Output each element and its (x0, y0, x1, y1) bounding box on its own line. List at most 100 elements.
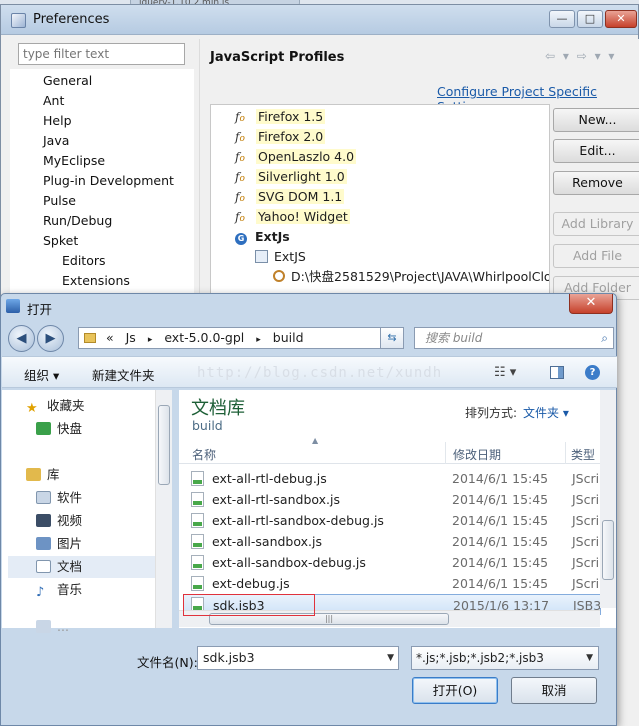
back-arrow-icon: ◀ (16, 331, 27, 346)
view-options-icon[interactable]: ☷ ▾ (494, 365, 516, 380)
library-icon (26, 468, 41, 481)
address-bar[interactable]: « Js ▸ ext-5.0.0-gpl ▸ build (78, 327, 403, 349)
filename-label: 文件名(N): (137, 655, 198, 670)
preview-pane-icon[interactable] (550, 366, 564, 379)
nav-software[interactable]: 软件 (36, 487, 82, 509)
help-icon[interactable]: ? (585, 365, 600, 380)
new-button[interactable]: New... (553, 108, 639, 132)
profile-item[interactable]: fo Silverlight 1.0 (235, 167, 347, 187)
navigation-scrollbar[interactable] (155, 390, 172, 628)
file-icon (191, 555, 204, 570)
preferences-nav-tree: General Ant Help Java MyEclipse Plug-in … (10, 69, 194, 299)
watermark: http://blog.csdn.net/xundh (197, 365, 443, 381)
nav-video[interactable]: 视频 (36, 510, 82, 532)
profile-item[interactable]: fo Firefox 1.5 (235, 107, 326, 127)
breadcrumb-separator-icon[interactable]: ▸ (148, 330, 153, 348)
file-row[interactable]: ext-all-rtl-sandbox.js 2014/6/1 15:45 JScr… (183, 489, 601, 510)
file-icon (191, 534, 204, 549)
organize-menu[interactable]: 组织 ▾ (24, 365, 59, 384)
address-bar-row: ◀ ▶ « Js ▸ ext-5.0.0-gpl ▸ build ⇆ 搜索 bu… (6, 323, 614, 355)
nav-favorites[interactable]: ★ 收藏夹 (26, 395, 85, 417)
profile-item[interactable]: fo Firefox 2.0 (235, 127, 326, 147)
software-icon (36, 491, 51, 504)
nav-pictures[interactable]: 图片 (36, 533, 82, 555)
library-subtitle: build (192, 418, 223, 433)
cancel-button[interactable]: 取消 (511, 677, 597, 704)
maximize-button[interactable]: □ (577, 10, 603, 28)
nav-libraries[interactable]: 库 (26, 464, 60, 486)
filename-input[interactable]: sdk.jsb3 ▼ (197, 646, 399, 670)
open-file-dialog: 打开 ✕ ◀ ▶ « Js ▸ ext-5.0.0-gpl ▸ build ⇆ … (0, 293, 617, 726)
file-icon (191, 492, 204, 507)
file-row[interactable]: ext-all-rtl-debug.js 2014/6/1 15:45 JScri (183, 468, 601, 489)
function-icon: fo (235, 190, 245, 204)
arrange-by-value[interactable]: 文件夹 ▾ (523, 406, 569, 420)
refresh-button[interactable]: ⇆ (380, 327, 404, 349)
nav-item-plugin-development[interactable]: Plug-in Development (43, 173, 174, 188)
chevron-down-icon[interactable]: ▼ (586, 647, 593, 669)
dialog-close-button[interactable]: ✕ (569, 294, 613, 314)
breadcrumb-build[interactable]: build (273, 328, 304, 348)
profile-item-extjs[interactable]: G ExtJs (235, 227, 290, 247)
nav-item-editors[interactable]: Editors (62, 253, 106, 268)
add-file-button[interactable]: Add File (553, 244, 639, 268)
scrollbar-thumb[interactable] (158, 405, 170, 485)
open-button[interactable]: 打开(O) (412, 677, 498, 704)
page-title: JavaScript Profiles (210, 50, 345, 65)
nav-item-myeclipse[interactable]: MyEclipse (43, 153, 105, 168)
file-row[interactable]: ext-all-sandbox.js 2014/6/1 15:45 JScri (183, 531, 601, 552)
breadcrumb-js[interactable]: Js (126, 328, 136, 348)
video-icon (36, 514, 51, 527)
profile-item[interactable]: fo OpenLaszlo 4.0 (235, 147, 357, 167)
library-title: 文档库 (191, 398, 245, 419)
nav-item-help[interactable]: Help (43, 113, 72, 128)
library-item-extjs[interactable]: ExtJS (255, 247, 306, 267)
nav-more[interactable]: ... (36, 616, 69, 638)
close-button[interactable]: ✕ (605, 10, 637, 28)
add-library-button[interactable]: Add Library (553, 212, 639, 236)
nav-item-spket[interactable]: Spket (43, 233, 78, 248)
search-input[interactable]: 搜索 build ⌕ (414, 327, 614, 349)
column-header-type[interactable]: 类型 (571, 446, 595, 463)
nav-documents[interactable]: 文档 (8, 556, 156, 578)
profile-item[interactable]: fo SVG DOM 1.1 (235, 187, 345, 207)
filetype-select[interactable]: *.js;*.jsb;*.jsb2;*.jsb3 ▼ (411, 646, 599, 670)
file-row[interactable]: ext-all-rtl-sandbox-debug.js 2014/6/1 15:… (183, 510, 601, 531)
nav-item-general[interactable]: General (43, 73, 92, 88)
filter-input[interactable] (18, 43, 185, 65)
nav-item-run-debug[interactable]: Run/Debug (43, 213, 112, 228)
history-nav-arrows-icon[interactable]: ⇦ ▾ ⇨ ▾ ▾ (545, 49, 616, 63)
document-icon (36, 560, 51, 573)
refresh-icon: ⇆ (387, 331, 397, 344)
forward-button[interactable]: ▶ (37, 325, 64, 352)
file-list-vertical-scrollbar[interactable] (600, 390, 616, 608)
remove-button[interactable]: Remove (553, 171, 639, 195)
breadcrumb-overflow[interactable]: « (106, 328, 114, 348)
new-folder-button[interactable]: 新建文件夹 (92, 365, 155, 384)
minimize-button[interactable]: — (549, 10, 575, 28)
column-header-date[interactable]: 修改日期 (453, 446, 501, 463)
library-file-item[interactable]: D:\快盘2581529\Project\JAVA\WhirlpoolCloud (273, 267, 549, 287)
back-button[interactable]: ◀ (8, 325, 35, 352)
file-row[interactable]: ext-all-sandbox-debug.js 2014/6/1 15:45 JS… (183, 552, 601, 573)
selection-highlight-box (183, 594, 315, 616)
file-icon (191, 513, 204, 528)
sort-up-icon: ▲ (312, 436, 319, 445)
breadcrumb-separator-icon[interactable]: ▸ (256, 330, 261, 348)
chevron-down-icon[interactable]: ▼ (387, 647, 394, 669)
column-header-name[interactable]: 名称 (192, 446, 216, 463)
navigation-pane: ★ 收藏夹 快盘 库 软件 视频 图片 文档 ♪ 音乐 ... (2, 390, 172, 634)
file-row[interactable]: ext-debug.js 2014/6/1 15:45 JScri (183, 573, 601, 594)
nav-item-ant[interactable]: Ant (43, 93, 64, 108)
profile-item[interactable]: fo Yahoo! Widget (235, 207, 350, 227)
nav-music[interactable]: ♪ 音乐 (36, 579, 82, 601)
nav-item-extensions[interactable]: Extensions (62, 273, 130, 288)
scrollbar-thumb[interactable] (602, 520, 614, 580)
nav-item-pulse[interactable]: Pulse (43, 193, 76, 208)
nav-item-java[interactable]: Java (43, 133, 69, 148)
breadcrumb-ext[interactable]: ext-5.0.0-gpl (164, 328, 244, 348)
edit-button[interactable]: Edit... (553, 139, 639, 163)
arrange-by[interactable]: 排列方式: 文件夹 ▾ (465, 404, 569, 421)
dialog-title: 打开 (27, 302, 53, 317)
nav-kuaipan[interactable]: 快盘 (36, 418, 82, 440)
